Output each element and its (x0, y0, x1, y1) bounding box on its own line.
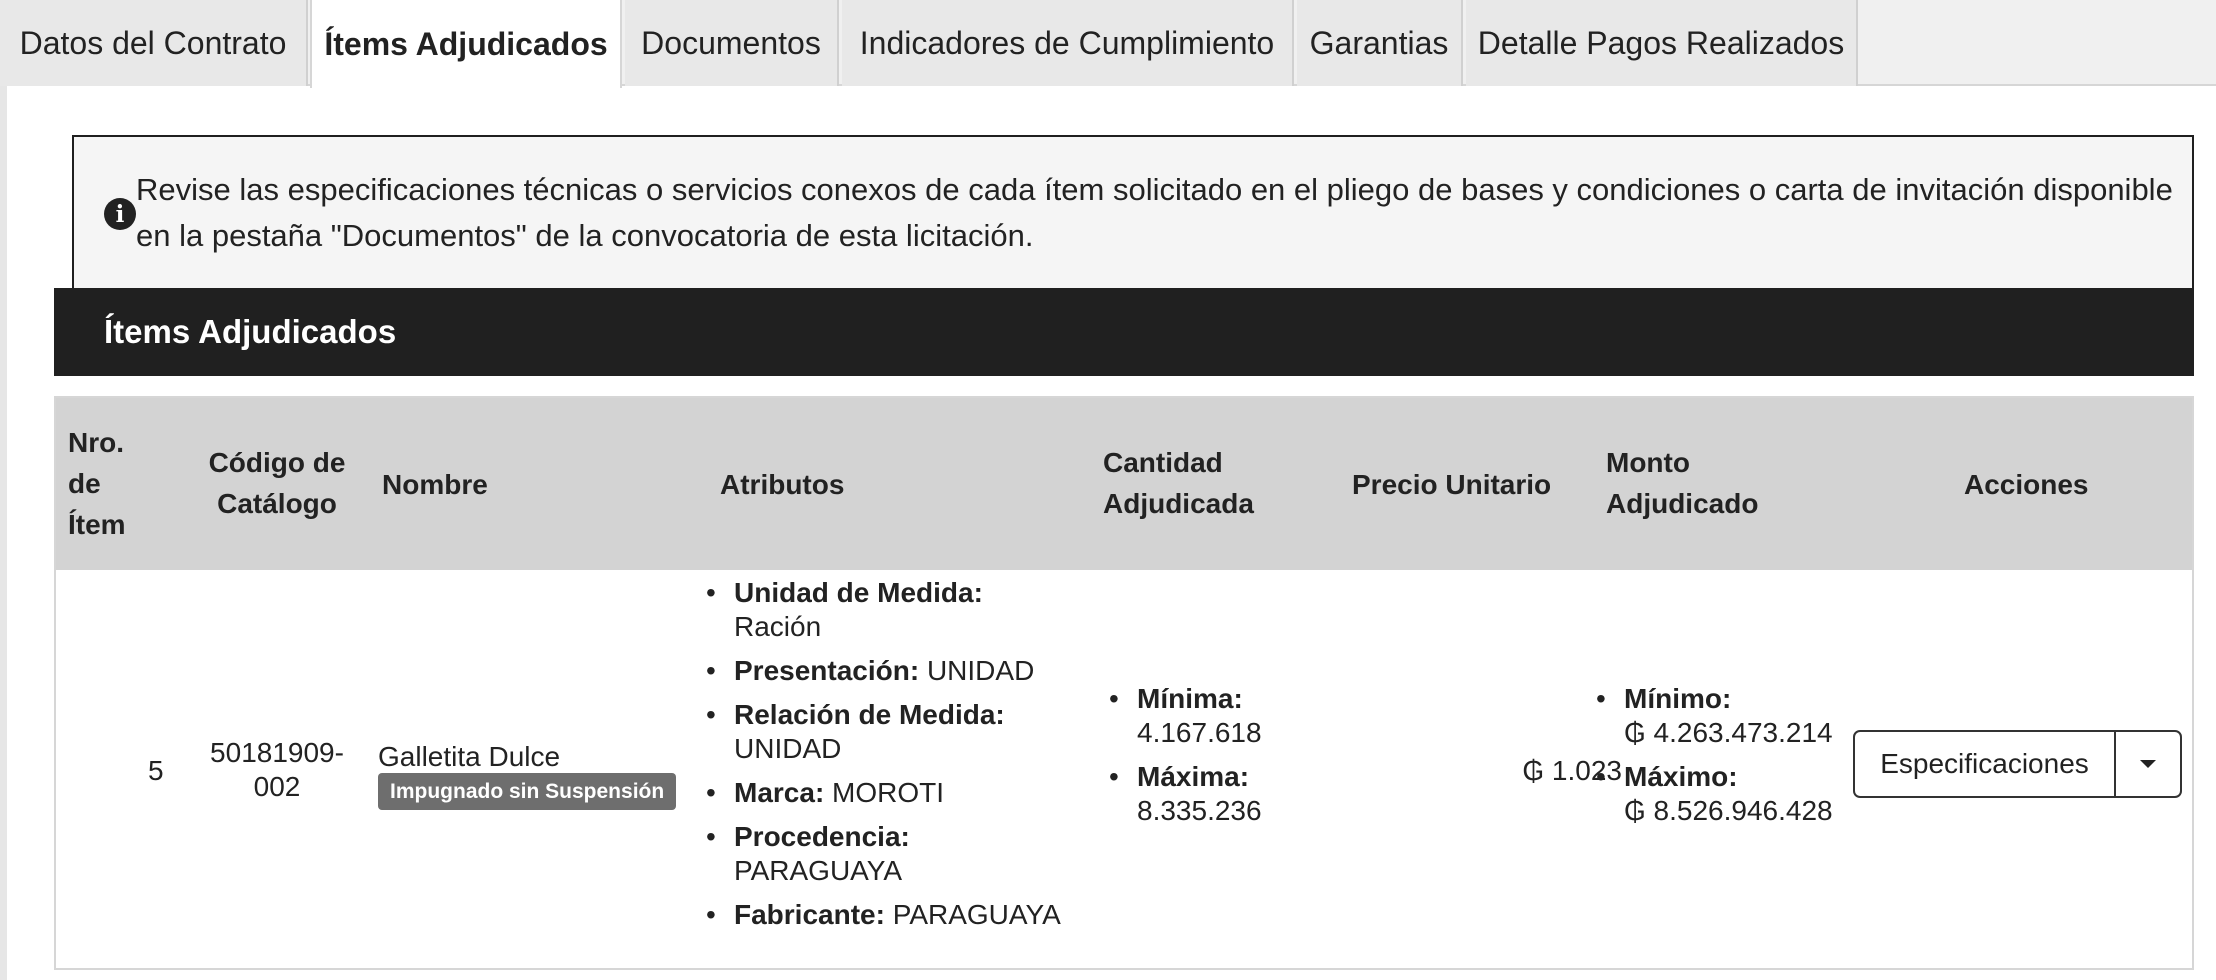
cantidad-maxima: Máxima:8.335.236 (1109, 760, 1329, 828)
header-cantidad-adjudicada: Cantidad Adjudicada (1103, 447, 1254, 519)
table-row: 5 50181909- 002 Galletita Dulce Impugnad… (56, 570, 2192, 968)
header-acciones: Acciones (1964, 469, 2089, 500)
especificaciones-button[interactable]: Especificaciones (1853, 730, 2115, 798)
header-nro-item: Nro. de Ítem (68, 427, 126, 540)
attr-unidad-medida: Unidad de Medida:Ración (706, 576, 1106, 644)
page-left-edge (0, 0, 7, 980)
cell-precio-unitario: ₲ 1.023 (1522, 755, 1622, 786)
tab-datos-del-contrato[interactable]: Datos del Contrato (0, 0, 308, 86)
items-table: Nro. de Ítem Código de Catálogo Nombre A… (54, 396, 2194, 970)
attr-relacion-medida: Relación de Medida:UNIDAD (706, 698, 1106, 766)
cantidad-minima: Mínima:4.167.618 (1109, 682, 1329, 750)
header-nombre: Nombre (382, 469, 488, 500)
header-precio-unitario: Precio Unitario (1352, 469, 1552, 500)
section-header: Ítems Adjudicados (54, 288, 2194, 376)
cell-monto-adjudicado: Mínimo:₲ 4.263.473.214 Máximo:₲ 8.526.94… (1596, 682, 1856, 838)
cell-codigo-catalogo: 50181909- 002 (210, 737, 344, 802)
attr-presentacion: Presentación: UNIDAD (706, 654, 1106, 688)
tab-detalle-pagos-realizados[interactable]: Detalle Pagos Realizados (1466, 0, 1858, 86)
tab-documentos[interactable]: Documentos (625, 0, 839, 86)
info-alert: i Revise las especificaciones técnicas o… (72, 135, 2194, 289)
status-badge: Impugnado sin Suspensión (378, 773, 677, 810)
actions-button-group: Especificaciones (1853, 730, 2182, 798)
cell-atributos: Unidad de Medida:Ración Presentación: UN… (706, 576, 1106, 942)
item-name: Galletita Dulce (378, 741, 561, 772)
header-monto-adjudicado: Monto Adjudicado (1606, 447, 1759, 519)
cell-nro-item: 5 (148, 755, 164, 786)
attr-marca: Marca: MOROTI (706, 776, 1106, 810)
attr-procedencia: Procedencia:PARAGUAYA (706, 820, 1106, 888)
monto-minimo: Mínimo:₲ 4.263.473.214 (1596, 682, 1856, 750)
tab-indicadores-de-cumplimiento[interactable]: Indicadores de Cumplimiento (842, 0, 1294, 86)
header-atributos: Atributos (720, 469, 845, 500)
tab-garantias[interactable]: Garantias (1297, 0, 1463, 86)
alert-text: Revise las especificaciones técnicas o s… (136, 172, 2173, 253)
table-header: Nro. de Ítem Código de Catálogo Nombre A… (56, 398, 2192, 570)
section-title: Ítems Adjudicados (104, 313, 397, 350)
cell-cantidad-adjudicada: Mínima:4.167.618 Máxima:8.335.236 (1109, 682, 1329, 838)
header-codigo-catalogo: Código de Catálogo (208, 447, 346, 519)
attr-fabricante: Fabricante: PARAGUAYA (706, 898, 1106, 932)
tab-bar: Datos del Contrato Ítems Adjudicados Doc… (0, 0, 2216, 88)
tab-items-adjudicados[interactable]: Ítems Adjudicados (310, 0, 622, 88)
actions-dropdown-toggle[interactable] (2115, 730, 2182, 798)
cell-nombre: Galletita Dulce Impugnado sin Suspensión (378, 740, 677, 810)
caret-down-icon (2140, 760, 2156, 768)
monto-maximo: Máximo:₲ 8.526.946.428 (1596, 760, 1856, 828)
info-icon: i (104, 198, 136, 230)
